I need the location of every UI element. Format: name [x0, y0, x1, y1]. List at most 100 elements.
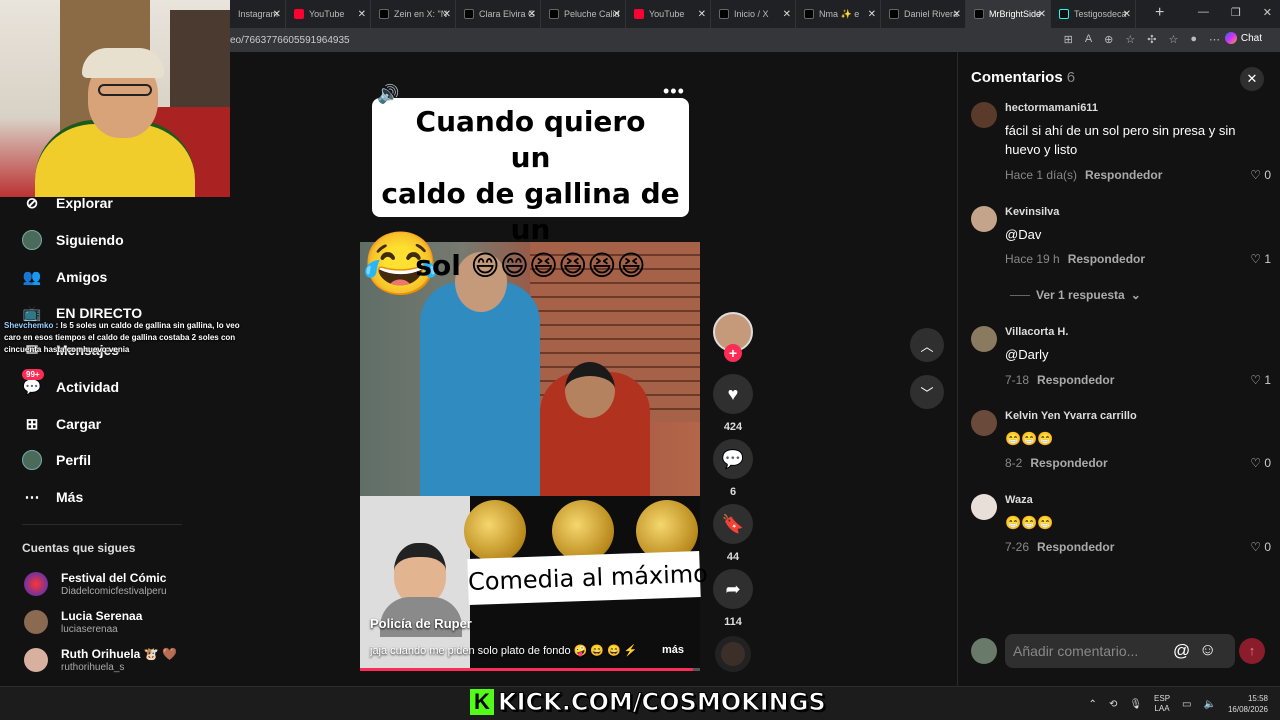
follow-plus-icon[interactable]: + [724, 344, 742, 362]
comment-user[interactable]: Kelvin Yen Yvarra carrillo [1005, 410, 1137, 422]
next-video-button[interactable]: ﹀ [910, 375, 944, 409]
display-icon[interactable]: ▭ [1182, 699, 1191, 710]
browser-tab[interactable]: Instagram ✕ [230, 0, 286, 28]
avatar[interactable] [971, 410, 997, 436]
video-more-link[interactable]: más [662, 644, 684, 656]
browser-tab[interactable]: Daniel Rivera ✕ [881, 0, 966, 28]
video-author[interactable]: Policía de Ruper [370, 616, 472, 631]
following-account[interactable]: Festival del Cómic Diadelcomicfestivalpe… [24, 571, 167, 597]
url-text[interactable]: eo/7663776605591964935 [230, 35, 350, 46]
zoom-icon[interactable]: ⊕ [1104, 33, 1113, 46]
share-button[interactable]: ➦ [713, 569, 753, 609]
close-tab-icon[interactable]: ✕ [1123, 9, 1131, 20]
music-disc-icon[interactable] [715, 636, 751, 672]
comment-button[interactable]: 💬 [713, 439, 753, 479]
maximize-icon[interactable]: ❐ [1231, 6, 1241, 19]
comment-like-button[interactable]: ♡ 1 [1250, 373, 1271, 387]
sidebar-item-perfil[interactable]: Perfil [22, 450, 91, 470]
comment-user[interactable]: Villacorta H. [1005, 326, 1068, 338]
reply-button[interactable]: Respondedor [1068, 252, 1145, 266]
close-tab-icon[interactable]: ✕ [1038, 9, 1046, 20]
mention-icon[interactable]: @ [1173, 641, 1190, 661]
browser-tab[interactable]: Peluche Calid ✕ [541, 0, 626, 28]
browser-tab[interactable]: YouTube ✕ [626, 0, 711, 28]
comment-like-button[interactable]: ♡ 0 [1250, 456, 1271, 470]
browser-tab[interactable]: Testigosdeca ✕ [1051, 0, 1136, 28]
like-count: 424 [723, 421, 743, 433]
collections-icon[interactable]: ☆ [1168, 33, 1178, 46]
browser-tab[interactable]: YouTube ✕ [286, 0, 371, 28]
like-button[interactable]: ♥ [713, 374, 753, 414]
close-window-icon[interactable]: ✕ [1263, 6, 1272, 19]
avatar[interactable] [971, 206, 997, 232]
browser-tab[interactable]: Inicio / X ✕ [711, 0, 796, 28]
comment-user[interactable]: hectormamani611 [1005, 102, 1098, 114]
emoji-icon[interactable]: ☺ [1199, 640, 1216, 660]
close-tab-icon[interactable]: ✕ [613, 9, 621, 20]
translate-icon[interactable]: A [1085, 33, 1092, 46]
comment-user[interactable]: Kevinsilva [1005, 206, 1059, 218]
browser-tab[interactable]: MrBrightSide ✕ [966, 0, 1051, 28]
browser-tab[interactable]: Clara Elvira G ✕ [456, 0, 541, 28]
close-tab-icon[interactable]: ✕ [698, 9, 706, 20]
close-tab-icon[interactable]: ✕ [443, 9, 451, 20]
copilot-chat-button[interactable]: Chat [1224, 32, 1262, 44]
new-tab-button[interactable]: + [1155, 4, 1164, 22]
clock[interactable]: 15:58 16/08/2026 [1228, 693, 1268, 715]
network-icon[interactable]: ⟲ [1109, 699, 1117, 710]
comment-like-button[interactable]: ♡ 0 [1250, 540, 1271, 554]
comment-like-button[interactable]: ♡ 1 [1250, 252, 1271, 266]
sidebar-item-siguiendo[interactable]: Siguiendo [22, 230, 124, 250]
activity-badge: 99+ [22, 369, 44, 380]
following-account[interactable]: Ruth Orihuela 🐮 🤎 ruthorihuela_s [24, 647, 177, 673]
browser-tab[interactable]: Zein en X: "N ✕ [371, 0, 456, 28]
comment-time: 7-18 [1005, 373, 1030, 387]
avatar[interactable] [971, 326, 997, 352]
browser-tab[interactable]: Nma ✨ e ✕ [796, 0, 881, 28]
avatar[interactable] [971, 494, 997, 520]
heart-outline-icon: ♡ [1250, 252, 1261, 266]
reply-button[interactable]: Respondedor [1037, 540, 1114, 554]
menu-dots-icon[interactable]: ⋯ [1209, 33, 1220, 46]
comment-like-button[interactable]: ♡ 0 [1250, 168, 1271, 182]
reply-button[interactable]: Respondedor [1037, 373, 1114, 387]
volume-icon[interactable]: 🔊 [377, 84, 399, 105]
sidebar-item-mas[interactable]: ⋯ Más [22, 487, 84, 507]
following-account[interactable]: Lucia Serenaa luciaserenaa [24, 609, 142, 635]
close-tab-icon[interactable]: ✕ [783, 9, 791, 20]
chevron-up-icon[interactable]: ⌃ [1089, 699, 1097, 710]
close-tab-icon[interactable]: ✕ [868, 9, 876, 20]
close-tab-icon[interactable]: ✕ [273, 9, 281, 20]
apps-icon[interactable]: ⊞ [1064, 33, 1073, 46]
previous-video-button[interactable]: ︿ [910, 328, 944, 362]
reply-button[interactable]: Respondedor [1085, 168, 1162, 182]
extensions-icon[interactable]: ✣ [1147, 33, 1156, 46]
microphone-icon[interactable]: 🎙 [1129, 699, 1142, 710]
close-tab-icon[interactable]: ✕ [358, 9, 366, 20]
language-indicator[interactable]: ESP LAA [1154, 694, 1170, 714]
send-comment-button[interactable]: ↑ [1239, 638, 1265, 664]
video-progress-bar[interactable] [360, 668, 700, 671]
avatar [24, 610, 48, 634]
save-button[interactable]: 🔖 [713, 504, 753, 544]
video-progress-fill [360, 668, 694, 671]
volume-tray-icon[interactable]: 🔈 [1204, 699, 1216, 710]
comment-user[interactable]: Waza [1005, 494, 1033, 506]
minimize-icon[interactable]: — [1198, 6, 1209, 19]
favorite-star-icon[interactable]: ☆ [1125, 33, 1135, 46]
profile-avatar-icon[interactable]: ● [1190, 33, 1197, 46]
close-comments-button[interactable]: ✕ [1240, 67, 1264, 91]
video-more-icon[interactable]: ••• [663, 81, 685, 102]
close-tab-icon[interactable]: ✕ [953, 9, 961, 20]
x-icon [379, 9, 389, 19]
view-replies-button[interactable]: Ver 1 respuesta ⌄ [1010, 288, 1141, 302]
close-tab-icon[interactable]: ✕ [528, 9, 536, 20]
avatar[interactable] [971, 102, 997, 128]
sidebar-item-amigos[interactable]: 👥 Amigos [22, 267, 108, 287]
video-caption: Cuando quiero un caldo de gallina de un … [372, 98, 689, 282]
sidebar-item-cargar[interactable]: ⊞ Cargar [22, 414, 101, 434]
reply-button[interactable]: Respondedor [1030, 456, 1107, 470]
sidebar-item-actividad[interactable]: 💬 99+ Actividad [22, 369, 119, 397]
comment-time: Hace 1 día(s) [1005, 168, 1078, 182]
browser-tab-label: MrBrightSide [989, 9, 1042, 19]
